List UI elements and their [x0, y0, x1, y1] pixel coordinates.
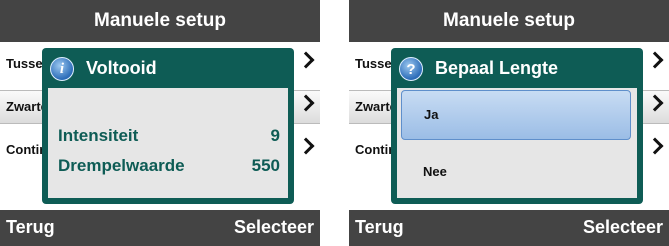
intensity-value: 9 — [270, 126, 280, 145]
threshold-row: Drempelwaarde 550 — [58, 156, 280, 176]
title-bar: Manuele setup — [349, 0, 669, 42]
option-nee[interactable]: Nee — [401, 148, 631, 196]
title-bar: Manuele setup — [0, 0, 320, 42]
screen-title: Manuele setup — [443, 10, 575, 31]
back-button[interactable]: Terug — [6, 217, 55, 238]
bottom-bar: Terug Selecteer — [0, 210, 320, 246]
select-button[interactable]: Selecteer — [583, 217, 663, 238]
option-label: Nee — [423, 164, 447, 179]
screen-bepaal-lengte: Manuele setup Tussenruimte Zwarte marker… — [349, 0, 669, 246]
dialog-title: Voltooid — [86, 58, 157, 78]
dialog-body: Intensiteit 9 Drempelwaarde 550 — [48, 88, 288, 198]
screen-voltooid: Manuele setup Tussenruimte Zwarte marker… — [0, 0, 320, 246]
info-icon: i — [50, 57, 74, 81]
chevron-right-icon — [646, 51, 664, 69]
option-ja[interactable]: Ja — [401, 90, 631, 140]
intensity-row: Intensiteit 9 — [58, 126, 280, 146]
chevron-right-icon — [646, 94, 664, 112]
chevron-right-icon — [297, 137, 315, 155]
question-icon: ? — [399, 57, 423, 81]
dialog-title: Bepaal Lengte — [435, 58, 559, 78]
dialog-header: i Voltooid — [42, 48, 294, 88]
chevron-right-icon — [646, 137, 664, 155]
chevron-right-icon — [297, 51, 315, 69]
back-button[interactable]: Terug — [355, 217, 404, 238]
dialog-bepaal-lengte: ? Bepaal Lengte Ja Nee — [391, 48, 643, 204]
intensity-label: Intensiteit — [58, 126, 139, 145]
option-label: Ja — [424, 107, 439, 122]
screen-title: Manuele setup — [94, 10, 226, 31]
dialog-body: Ja Nee — [397, 88, 637, 198]
chevron-right-icon — [297, 94, 315, 112]
dialog-header: ? Bepaal Lengte — [391, 48, 643, 88]
threshold-value: 550 — [251, 156, 280, 175]
threshold-label: Drempelwaarde — [58, 156, 185, 175]
dialog-voltooid: i Voltooid Intensiteit 9 Drempelwaarde 5… — [42, 48, 294, 204]
bottom-bar: Terug Selecteer — [349, 210, 669, 246]
select-button[interactable]: Selecteer — [234, 217, 314, 238]
